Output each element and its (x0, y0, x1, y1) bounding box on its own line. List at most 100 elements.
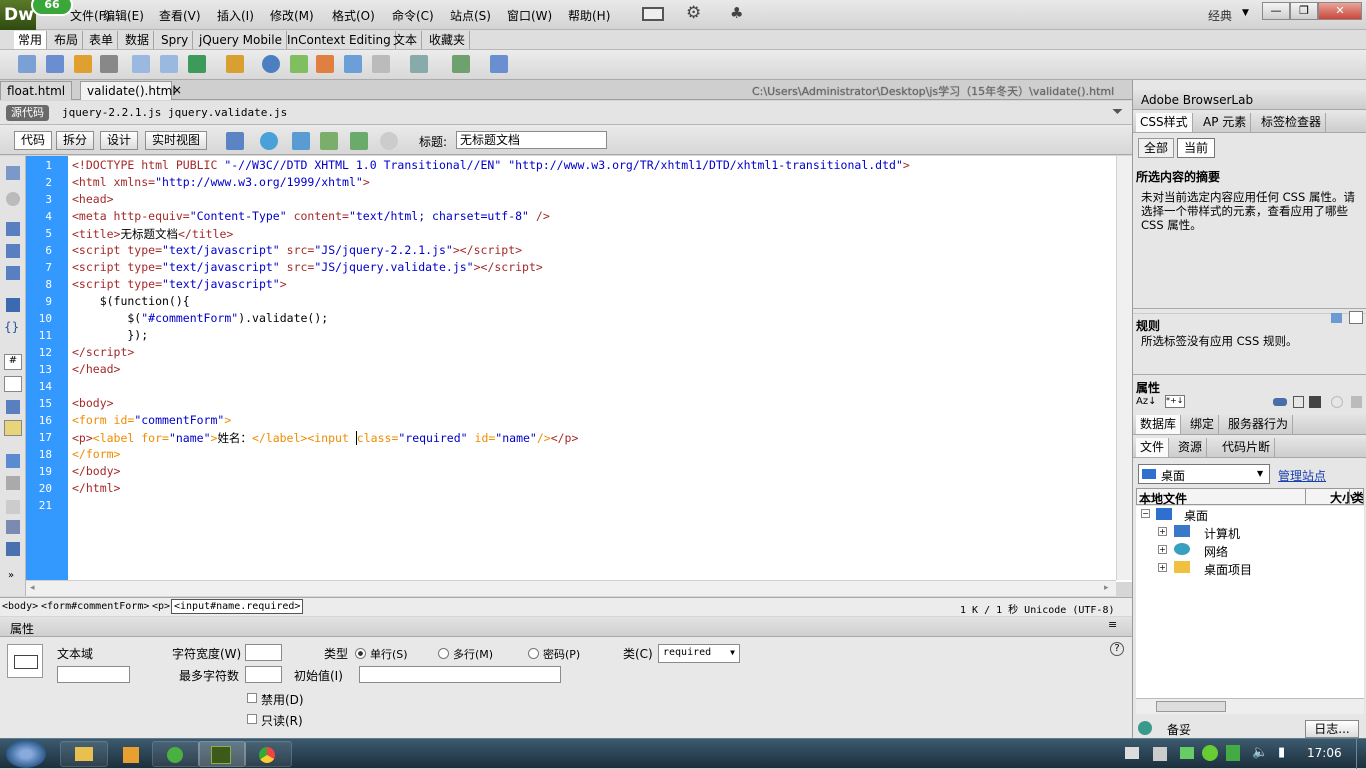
new-rule-icon[interactable] (1293, 396, 1304, 408)
tag-body[interactable]: <body> (2, 601, 38, 612)
collapse-selection-icon[interactable] (6, 244, 20, 258)
tab-databases[interactable]: 数据库 (1136, 415, 1182, 434)
taskbar-chrome[interactable] (244, 741, 292, 767)
media-icon[interactable] (226, 55, 244, 73)
word-wrap-icon[interactable] (6, 400, 20, 414)
table-icon[interactable] (132, 55, 150, 73)
show-code-navigator-icon[interactable] (6, 192, 20, 206)
close-tab-icon[interactable]: × (172, 83, 182, 97)
menu-view[interactable]: 查看(V) (159, 7, 201, 24)
mode-all-button[interactable]: 全部 (1138, 138, 1175, 158)
layout-icon[interactable] (642, 7, 664, 21)
tab-css-styles[interactable]: CSS样式 (1136, 113, 1193, 132)
scroll-right-icon[interactable]: ▸ (1104, 583, 1109, 593)
visual-aids-icon[interactable] (350, 132, 368, 150)
trash-icon[interactable] (1351, 396, 1362, 408)
div-icon[interactable] (160, 55, 178, 73)
type-multi-radio[interactable] (438, 648, 449, 659)
head-icon[interactable] (372, 55, 390, 73)
tab-ap-elements[interactable]: AP 元素 (1199, 113, 1252, 132)
volume-icon[interactable]: 🔈 (1252, 745, 1268, 760)
vertical-scrollbar[interactable] (1116, 156, 1132, 580)
browserlab-header[interactable]: Adobe BrowserLab (1133, 90, 1366, 110)
refresh-icon[interactable] (380, 132, 398, 150)
col-local-files[interactable]: 本地文件 (1139, 490, 1187, 507)
show-desktop-button[interactable] (1356, 739, 1366, 769)
class-select[interactable]: required ▼ (658, 644, 740, 663)
menu-modify[interactable]: 修改(M) (270, 7, 314, 24)
shield-icon[interactable] (1226, 745, 1240, 761)
attach-style-icon[interactable] (1273, 398, 1287, 406)
taskbar-360[interactable] (152, 741, 200, 767)
menu-edit[interactable]: 编辑(E) (103, 7, 144, 24)
comment-icon[interactable] (344, 55, 362, 73)
expand-icon[interactable]: + (1158, 527, 1167, 536)
tab-forms[interactable]: 表单 (85, 31, 119, 49)
maximize-button[interactable]: ❐ (1290, 2, 1318, 20)
tab-layout[interactable]: 布局 (50, 31, 84, 49)
tab-spry[interactable]: Spry (157, 31, 194, 49)
related-file-jquery[interactable]: jquery-2.2.1.js (62, 106, 161, 119)
tag-p[interactable]: <p> (152, 601, 170, 612)
scroll-thumb[interactable] (1156, 701, 1226, 712)
select-parent-tag-icon[interactable] (6, 298, 20, 312)
clock[interactable]: 17:06 (1307, 746, 1342, 760)
line-numbers-icon[interactable]: # (4, 354, 22, 370)
show-info-icon[interactable] (1349, 311, 1363, 324)
expand-icon[interactable]: + (1158, 545, 1167, 554)
close-button[interactable]: ✕ (1318, 2, 1362, 20)
tag-input-selected[interactable]: <input#name.required> (171, 599, 304, 614)
apply-comment-icon[interactable] (6, 454, 20, 468)
design-view-button[interactable]: 设计 (100, 131, 139, 150)
tab-text[interactable]: 文本 (389, 31, 423, 49)
properties-header[interactable]: 属性 ≡ (0, 617, 1132, 637)
manage-site-link[interactable]: 管理站点 (1278, 467, 1326, 484)
related-file-validate[interactable]: jquery.validate.js (168, 106, 287, 119)
add-icon[interactable] (1202, 745, 1218, 761)
tab-float-html[interactable]: float.html (0, 81, 73, 100)
type-password-radio[interactable] (528, 648, 539, 659)
filter-icon[interactable]: ⏷ (1112, 104, 1123, 120)
code-view-button[interactable]: 代码 (14, 131, 53, 150)
network-tray-icon[interactable]: ▮ (1278, 745, 1285, 760)
syntax-coloring-icon[interactable] (4, 420, 22, 436)
init-value-input[interactable] (359, 666, 561, 683)
notification-badge[interactable]: 66 (31, 0, 73, 16)
tab-snippets[interactable]: 代码片断 (1218, 438, 1276, 457)
image-icon[interactable] (188, 55, 206, 73)
server-include-icon[interactable] (316, 55, 334, 73)
keyboard-icon[interactable] (1125, 747, 1139, 759)
templates-icon[interactable] (452, 55, 470, 73)
scroll-left-icon[interactable]: ◂ (30, 583, 35, 593)
show-cascade-icon[interactable] (1331, 313, 1342, 323)
col-type[interactable]: 类型 (1349, 489, 1363, 504)
tab-files[interactable]: 文件 (1136, 438, 1170, 457)
char-width-input[interactable] (245, 644, 282, 661)
highlight-invalid-icon[interactable] (4, 376, 22, 392)
tree-item-network[interactable]: 网络 (1204, 543, 1228, 560)
tab-favorites[interactable]: 收藏夹 (425, 31, 471, 49)
expand-all-icon[interactable] (6, 266, 20, 280)
max-chars-input[interactable] (245, 666, 282, 683)
file-management-icon[interactable] (292, 132, 310, 150)
log-button[interactable]: 日志... (1305, 720, 1359, 738)
mode-current-button[interactable]: 当前 (1177, 138, 1216, 158)
expand-icon[interactable]: + (1158, 563, 1167, 572)
taskbar-dreamweaver[interactable] (198, 741, 246, 767)
sort-az-icon[interactable]: Az↓ (1136, 396, 1156, 407)
title-input[interactable]: 无标题文档 (456, 131, 607, 149)
source-code-button[interactable]: 源代码 (6, 105, 49, 121)
move-css-icon[interactable] (6, 542, 20, 556)
date-icon[interactable] (290, 55, 308, 73)
panel-menu-icon[interactable]: ≡ (1108, 618, 1117, 631)
tab-data[interactable]: 数据 (121, 31, 155, 49)
tab-common[interactable]: 常用 (14, 31, 48, 49)
minimize-button[interactable]: — (1262, 2, 1290, 20)
anchor-icon[interactable] (74, 55, 92, 73)
wrap-tag-icon[interactable] (6, 500, 20, 514)
tag-form[interactable]: <form#commentForm> (41, 601, 149, 612)
start-button[interactable] (6, 740, 46, 768)
file-hscrollbar[interactable] (1136, 698, 1364, 714)
menu-insert[interactable]: 插入(I) (217, 7, 254, 24)
multiscreen-icon[interactable] (226, 132, 244, 150)
